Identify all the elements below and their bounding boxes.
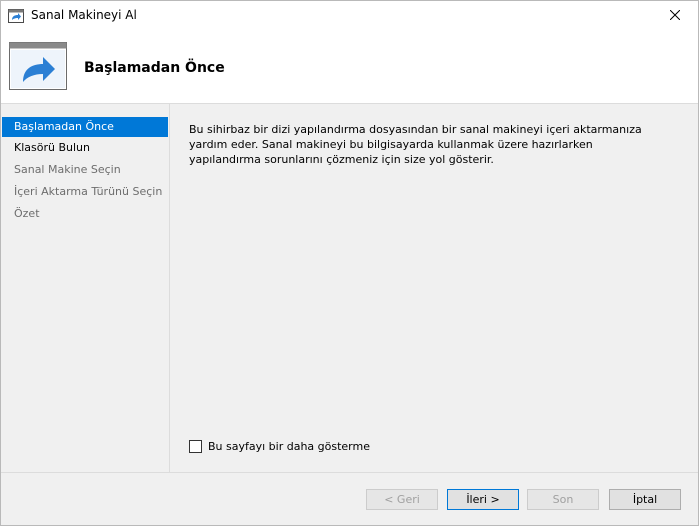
import-vm-wizard-window: Sanal Makineyi Al Başlamadan Önce Başlam… [0, 0, 699, 526]
sidebar-item-import-type: İçeri Aktarma Türünü Seçin [14, 185, 163, 198]
dont-show-again-option[interactable]: Bu sayfayı bir daha gösterme [189, 440, 370, 453]
wizard-footer: < Geri İleri > Son İptal [1, 472, 698, 525]
dont-show-again-label[interactable]: Bu sayfayı bir daha gösterme [208, 440, 370, 453]
import-arrow-icon [8, 9, 24, 23]
dont-show-again-checkbox[interactable] [189, 440, 202, 453]
next-button[interactable]: İleri > [447, 489, 519, 510]
finish-button[interactable]: Son [527, 489, 599, 510]
wizard-steps-sidebar: Başlamadan Önce Klasörü Bulun Sanal Maki… [1, 104, 170, 472]
sidebar-item-summary: Özet [14, 207, 40, 220]
close-icon [669, 9, 681, 23]
description-text: Bu sihirbaz bir dizi yapılandırma dosyas… [189, 123, 642, 166]
page-title: Başlamadan Önce [84, 60, 225, 76]
sidebar-item-before-you-begin[interactable]: Başlamadan Önce [2, 117, 168, 137]
import-wizard-icon [9, 42, 67, 90]
title-bar: Sanal Makineyi Al [1, 1, 698, 31]
window-title: Sanal Makineyi Al [31, 8, 137, 22]
wizard-content: Bu sihirbaz bir dizi yapılandırma dosyas… [170, 104, 698, 472]
sidebar-item-locate-folder[interactable]: Klasörü Bulun [2, 138, 168, 158]
close-button[interactable] [652, 1, 698, 31]
cancel-button[interactable]: İptal [609, 489, 681, 510]
sidebar-item-select-vm: Sanal Makine Seçin [14, 163, 121, 176]
back-button[interactable]: < Geri [366, 489, 438, 510]
wizard-header: Başlamadan Önce [1, 31, 698, 104]
